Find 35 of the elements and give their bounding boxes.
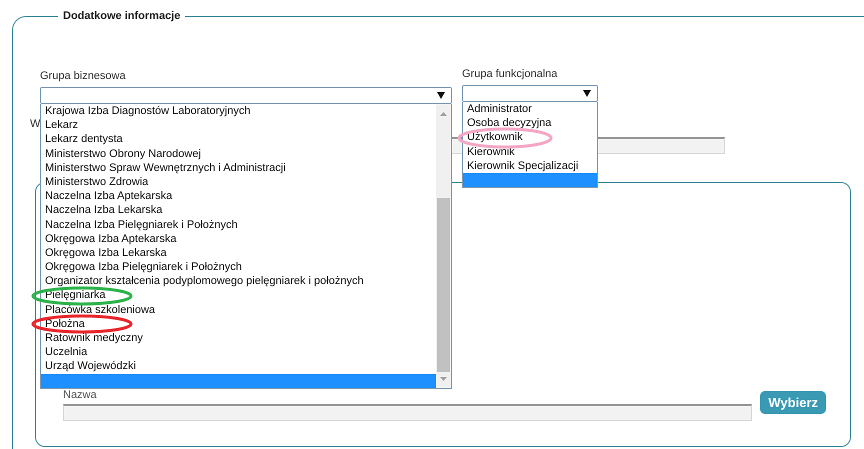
- field-label: W: [30, 117, 40, 132]
- dropdown-option[interactable]: Okręgowa Izba Pielęgniarek i Położnych: [41, 260, 436, 274]
- dropdown-option[interactable]: Placówka szkoleniowa: [41, 302, 436, 317]
- dropdown-option[interactable]: Użytkownik: [463, 130, 597, 145]
- caret-icon: [583, 90, 591, 97]
- dropdown-option[interactable]: Naczelna Izba Lekarska: [41, 203, 436, 218]
- dropdown-option[interactable]: Ministerstwo Spraw Wewnętrznych i Administracji: [41, 160, 436, 175]
- caret-icon: [437, 92, 445, 99]
- dropdown-select[interactable]: [462, 85, 598, 102]
- field-label: Nazwa: [63, 389, 97, 403]
- dropdown-option[interactable]: Krajowa Izba Diagnostów Laboratoryjnych: [41, 104, 436, 118]
- dropdown-option[interactable]: Ministerstwo Zdrowia: [41, 174, 436, 190]
- dropdown-option[interactable]: Okręgowa Izba Lekarska: [41, 246, 436, 260]
- dropdown-select[interactable]: [40, 87, 452, 104]
- dropdown-option[interactable]: Organizator kształcenia podyplomowego pielęgniarek i położnych: [41, 274, 436, 288]
- dropdown-option[interactable]: Pielęgniarka: [41, 288, 436, 303]
- dropdown-option[interactable]: Uczelnia: [41, 345, 436, 360]
- dropdown-option[interactable]: Urząd Wojewódzki: [41, 359, 436, 374]
- dropdown-option[interactable]: Ministerstwo Obrony Narodowej: [41, 146, 436, 161]
- dropdown-option[interactable]: Naczelna Izba Aptekarska: [41, 189, 436, 204]
- dropdown-option[interactable]: Ratownik medyczny: [41, 331, 436, 346]
- dropdown-option[interactable]: Lekarz: [41, 118, 436, 132]
- dropdown-option[interactable]: Kierownik: [463, 144, 597, 159]
- section-legend: Dodatkowe informacje: [58, 10, 186, 22]
- dropdown-option[interactable]: Lekarz dentysta: [41, 132, 436, 147]
- dropdown-option[interactable]: [463, 172, 597, 188]
- dropdown-option[interactable]: Administrator: [463, 102, 597, 116]
- field-label: Grupa funkcjonalna: [462, 67, 558, 82]
- dropdown-option[interactable]: Osoba decyzyjna: [463, 116, 597, 130]
- field-label: Grupa biznesowa: [40, 69, 127, 84]
- dropdown-option[interactable]: Naczelna Izba Pielęgniarek i Położnych: [41, 218, 436, 232]
- dropdown-option[interactable]: Kierownik Specjalizacji: [463, 158, 597, 173]
- dropdown-option[interactable]: Położna: [41, 316, 436, 331]
- dropdown-option[interactable]: Okręgowa Izba Aptekarska: [41, 232, 436, 246]
- dropdown-option[interactable]: [41, 374, 436, 388]
